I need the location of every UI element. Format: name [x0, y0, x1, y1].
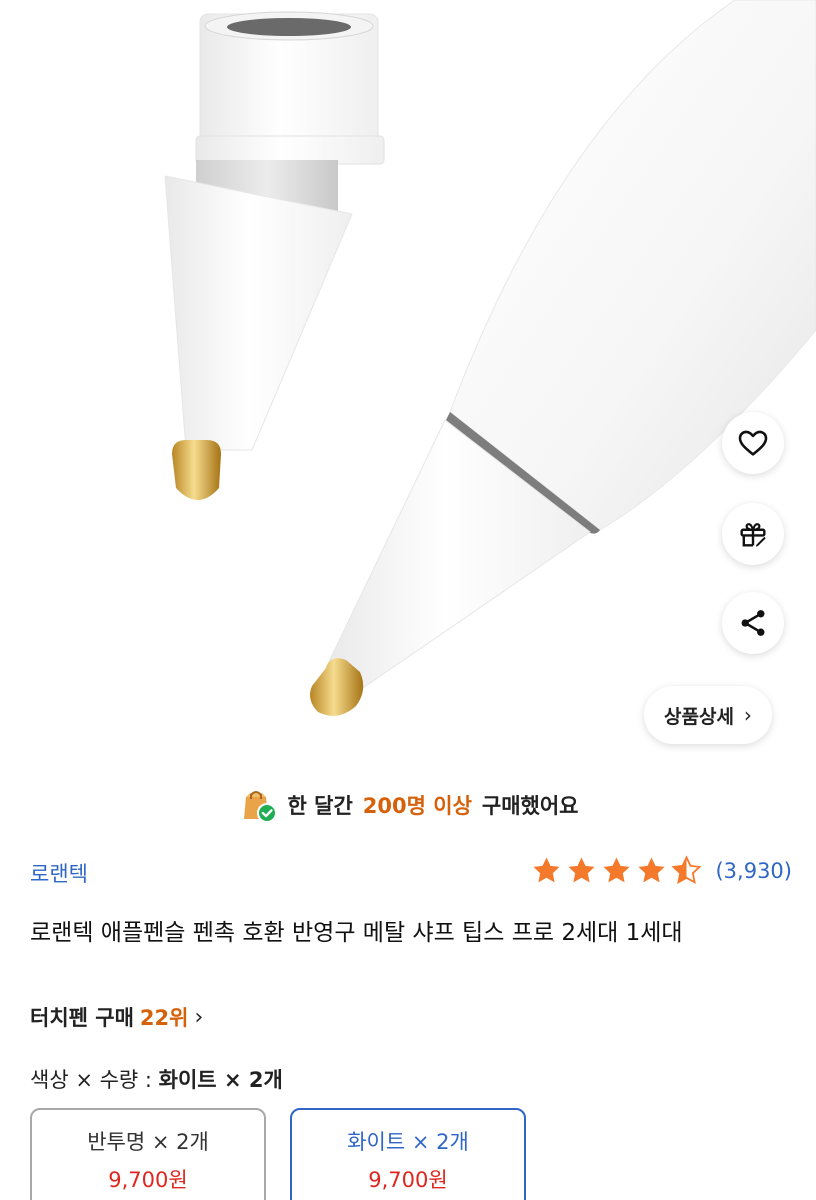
option-price: 9,700원	[108, 1168, 188, 1192]
share-icon	[741, 610, 765, 636]
banner-prefix: 한 달간	[287, 794, 353, 818]
star-icon	[603, 857, 631, 883]
option-price: 9,700원	[368, 1168, 448, 1192]
banner-suffix: 구매했어요	[481, 794, 579, 818]
rank-value: 22위	[139, 1006, 189, 1030]
option-card[interactable]: 반투명 × 2개 9,700원	[30, 1108, 266, 1200]
chevron-right-icon: ›	[194, 1004, 204, 1030]
brand-link[interactable]: 로랜텍	[30, 858, 88, 888]
review-count: (3,930)	[715, 858, 792, 883]
product-title: 로랜텍 애플펜슬 펜촉 호환 반영구 메탈 샤프 팁스 프로 2세대 1세대	[30, 920, 683, 946]
option-card-selected[interactable]: 화이트 × 2개 9,700원	[290, 1108, 526, 1200]
like-button[interactable]	[722, 412, 784, 474]
star-half-icon	[671, 855, 703, 885]
star-icon	[638, 857, 666, 883]
star-icon	[568, 857, 596, 883]
product-detail-button[interactable]: 상품상세 ›	[644, 686, 772, 744]
pen-tip-illustration	[164, 0, 816, 716]
banner-highlight: 200명 이상	[362, 794, 472, 818]
category-rank-link[interactable]: 터치펜 구매 22위 ›	[30, 1002, 203, 1032]
option-label: 색상 × 수량 :	[30, 1068, 152, 1092]
product-image: 상품상세 ›	[0, 0, 816, 770]
option-selected-value: 화이트 × 2개	[158, 1068, 283, 1092]
heart-icon	[738, 430, 768, 456]
rating-summary[interactable]: (3,930)	[530, 854, 792, 887]
shopping-bag-check-icon	[243, 791, 277, 823]
gift-icon	[740, 523, 766, 547]
purchase-count-banner: 한 달간 200명 이상 구매했어요	[0, 780, 816, 830]
product-detail-label: 상품상세	[664, 705, 734, 728]
loose-tip	[164, 11, 385, 500]
rank-label: 터치펜 구매	[30, 1006, 134, 1030]
gift-button[interactable]	[722, 503, 784, 565]
chevron-right-icon: ›	[743, 703, 752, 727]
option-name: 반투명 × 2개	[87, 1130, 209, 1154]
share-button[interactable]	[722, 592, 784, 654]
option-name: 화이트 × 2개	[347, 1130, 469, 1154]
option-summary: 색상 × 수량 : 화이트 × 2개	[30, 1064, 283, 1094]
star-icon	[533, 857, 561, 883]
